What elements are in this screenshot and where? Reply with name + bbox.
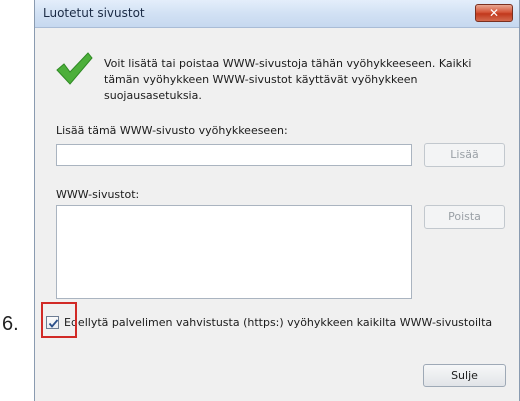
add-button[interactable]: Lisää — [424, 143, 505, 167]
info-text: Voit lisätä tai poistaa WWW-sivustoja tä… — [104, 57, 472, 102]
sites-list-label: WWW-sivustot: — [56, 188, 140, 201]
sites-listbox[interactable] — [56, 205, 412, 299]
add-site-input[interactable] — [56, 144, 412, 166]
remove-button[interactable]: Poista — [424, 205, 505, 229]
dialog-title: Luotetut sivustot — [43, 6, 145, 20]
step-number-annotation: 6. — [2, 313, 19, 335]
highlight-annotation-box — [41, 302, 77, 338]
trusted-sites-dialog: Luotetut sivustot ✕ Voit lisätä tai pois… — [34, 0, 520, 401]
add-site-label: Lisää tämä WWW-sivusto vyöhykkeeseen: — [56, 124, 288, 137]
close-window-button[interactable]: ✕ — [475, 4, 513, 22]
require-https-label[interactable]: Edellytä palvelimen vahvistusta (https:)… — [64, 316, 519, 329]
checkmark-icon — [55, 50, 93, 86]
title-bar: Luotetut sivustot ✕ — [35, 0, 519, 28]
close-button[interactable]: Sulje — [423, 364, 506, 387]
